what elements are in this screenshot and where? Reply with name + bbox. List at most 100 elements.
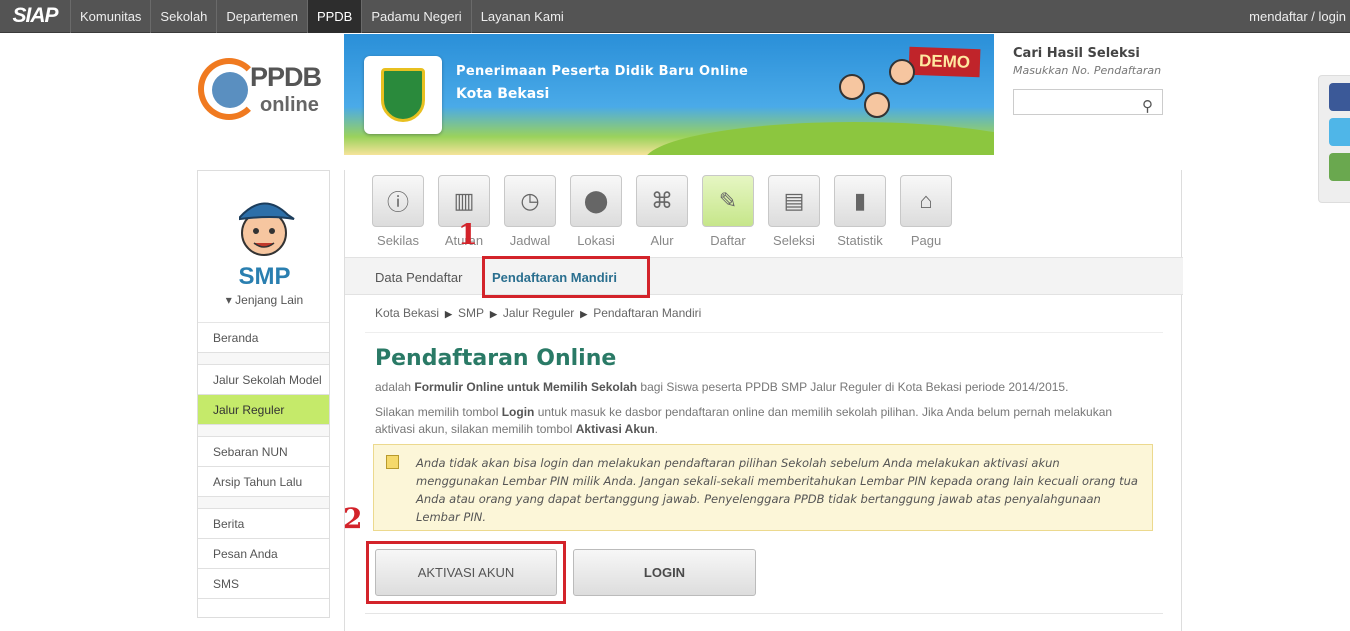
sidebar-item-berita[interactable]: Berita: [198, 509, 329, 539]
level-label: SMP: [238, 263, 291, 290]
nav-sekolah[interactable]: Sekolah: [150, 0, 216, 33]
caret-down-icon: ▾: [225, 293, 232, 307]
clipboard-icon: ▤: [768, 175, 820, 227]
tool-sekilas[interactable]: ⓘ Sekilas: [365, 175, 431, 248]
tool-label: Daftar: [710, 233, 746, 248]
tool-lokasi[interactable]: ⬤ Lokasi: [563, 175, 629, 248]
breadcrumb-item[interactable]: SMP: [458, 306, 484, 320]
sidebar-divider: [198, 425, 329, 437]
text-bold: Login: [501, 405, 535, 419]
tool-label: Lokasi: [577, 233, 615, 248]
page-title: Pendaftaran Online: [375, 346, 617, 371]
text: bagi Siswa peserta PPDB SMP Jalur Regule…: [637, 380, 1069, 394]
note-icon: [386, 455, 399, 469]
step-number-2: 2: [343, 502, 363, 535]
nav-departemen[interactable]: Departemen: [216, 0, 307, 33]
level-header: SMP ▾ Jenjang Lain: [198, 171, 329, 323]
kid-illustration: [839, 74, 865, 100]
note-text: Anda tidak akan bisa login dan melakukan…: [416, 456, 1138, 524]
search-icon[interactable]: ⚲: [1142, 97, 1153, 115]
divider: [365, 332, 1163, 333]
home-icon: ⌂: [900, 175, 952, 227]
sidebar-item-sebaran-nun[interactable]: Sebaran NUN: [198, 437, 329, 467]
tool-alur[interactable]: ⌘ Alur: [629, 175, 695, 248]
tool-jadwal[interactable]: ◷ Jadwal: [497, 175, 563, 248]
user-links[interactable]: mendaftar / login: [1249, 9, 1346, 24]
facebook-icon[interactable]: [1329, 83, 1350, 111]
twitter-icon[interactable]: [1329, 118, 1350, 146]
sidebar-item-jalur-reguler[interactable]: Jalur Reguler: [198, 395, 329, 425]
search-title: Cari Hasil Seleksi: [1013, 46, 1140, 61]
chevron-right-icon: ▶: [580, 309, 588, 319]
sidebar-item-jalur-sekolah-model[interactable]: Jalur Sekolah Model: [198, 365, 329, 395]
top-navbar: SIAP Komunitas Sekolah Departemen PPDB P…: [0, 0, 1350, 33]
nav-layanan-kami[interactable]: Layanan Kami: [470, 0, 573, 33]
tool-label: Alur: [650, 233, 674, 248]
intro-paragraph: adalah Formulir Online untuk Memilih Sek…: [375, 380, 1165, 394]
login-button[interactable]: LOGIN: [573, 549, 756, 596]
tool-pagu[interactable]: ⌂ Pagu: [893, 175, 959, 248]
kid-illustration: [864, 92, 890, 118]
info-icon: ⓘ: [372, 175, 424, 227]
nav-komunitas[interactable]: Komunitas: [70, 0, 150, 33]
text: .: [654, 422, 659, 436]
text: Silakan memilih tombol: [375, 405, 502, 419]
instruction-paragraph: Silakan memilih tombol Login untuk masuk…: [375, 404, 1135, 438]
tool-daftar[interactable]: ✎ Daftar: [695, 175, 761, 248]
tab-data-pendaftar[interactable]: Data Pendaftar: [375, 270, 462, 285]
social-share-bar: [1318, 75, 1350, 203]
highlight-box-step1: [482, 256, 650, 298]
demo-badge: DEMO: [908, 46, 981, 78]
sidebar: SMP ▾ Jenjang Lain Beranda Jalur Sekolah…: [197, 170, 330, 618]
tool-label: Statistik: [837, 233, 883, 248]
banner-hill: [644, 122, 994, 155]
chevron-right-icon: ▶: [489, 309, 497, 319]
breadcrumb-item[interactable]: Kota Bekasi: [375, 306, 439, 320]
switch-level-dropdown[interactable]: ▾ Jenjang Lain: [198, 293, 331, 307]
sidebar-item-beranda[interactable]: Beranda: [198, 323, 329, 353]
divider: [365, 613, 1163, 614]
text: adalah: [375, 380, 415, 394]
search-results-panel: Cari Hasil Seleksi Masukkan No. Pendafta…: [1013, 46, 1173, 115]
tool-label: Pagu: [910, 233, 942, 248]
nav-padamu-negeri[interactable]: Padamu Negeri: [361, 0, 470, 33]
flow-icon: ⌘: [636, 175, 688, 227]
breadcrumb-current: Pendaftaran Mandiri: [593, 306, 702, 320]
warning-note: Anda tidak akan bisa login dan melakukan…: [373, 444, 1153, 531]
sidebar-item-pesan-anda[interactable]: Pesan Anda: [198, 539, 329, 569]
sidebar-item-arsip-tahun-lalu[interactable]: Arsip Tahun Lalu: [198, 467, 329, 497]
registration-number-input[interactable]: [1013, 89, 1163, 115]
sub-tabs: Data Pendaftar Pendaftaran Mandiri: [345, 257, 1183, 295]
student-mascot-icon: [239, 202, 295, 256]
siap-logo[interactable]: SIAP: [0, 0, 70, 33]
bar-chart-icon: ▮: [834, 175, 886, 227]
share-icon[interactable]: [1329, 153, 1350, 181]
ppdb-online-logo[interactable]: PPDB online: [190, 50, 340, 140]
logo-online-text: online: [260, 94, 319, 116]
sidebar-item-sms[interactable]: SMS: [198, 569, 329, 599]
tool-label: Jadwal: [509, 233, 551, 248]
pencil-icon: ✎: [702, 175, 754, 227]
switch-level-label: Jenjang Lain: [235, 293, 304, 307]
search-subtitle: Masukkan No. Pendaftaran: [1013, 64, 1162, 77]
tool-seleksi[interactable]: ▤ Seleksi: [761, 175, 827, 248]
breadcrumb-item[interactable]: Jalur Reguler: [503, 306, 574, 320]
text-bold: Formulir Online untuk Memilih Sekolah: [414, 380, 638, 394]
text-bold: Aktivasi Akun: [575, 422, 655, 436]
banner-title: Penerimaan Peserta Didik Baru Online: [456, 64, 749, 79]
nav-ppdb[interactable]: PPDB: [306, 0, 362, 33]
banner-city: Kota Bekasi: [456, 86, 550, 102]
kid-illustration: [889, 59, 915, 85]
chevron-right-icon: ▶: [445, 309, 452, 319]
emblem-shield-icon: [381, 68, 425, 122]
sidebar-divider: [198, 497, 329, 509]
tool-label: Sekilas: [377, 233, 419, 248]
section-toolbar: ⓘ Sekilas ▥ Aturan ◷ Jadwal ⬤ Lokasi ⌘ Alur ✎…: [365, 175, 959, 248]
highlight-box-step2: [366, 541, 566, 604]
logo-kids-icon: [212, 72, 248, 108]
city-emblem: [364, 56, 442, 134]
tool-statistik[interactable]: ▮ Statistik: [827, 175, 893, 248]
clock-icon: ◷: [504, 175, 556, 227]
header-banner: Penerimaan Peserta Didik Baru Online Kot…: [344, 34, 994, 155]
step-number-1: 1: [458, 218, 478, 251]
